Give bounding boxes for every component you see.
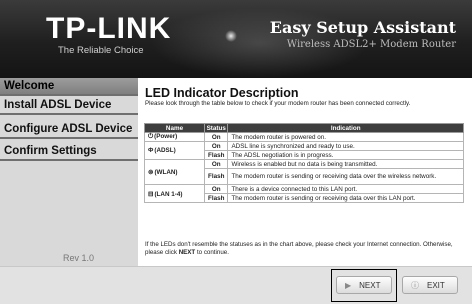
header-banner: TP-LINK The Reliable Choice Easy Setup A… bbox=[0, 0, 472, 78]
divider bbox=[0, 94, 138, 96]
setup-window: TP-LINK The Reliable Choice Easy Setup A… bbox=[0, 0, 472, 304]
sidebar-item-install-adsl[interactable]: Install ADSL Device bbox=[0, 97, 138, 115]
bottom-button-bar: ▶ NEXT ⓘ EXIT bbox=[0, 266, 472, 304]
sidebar-item-confirm-settings[interactable]: Confirm Settings bbox=[0, 143, 138, 161]
logo-brand: TP-LINK bbox=[46, 12, 172, 45]
status-cell: On bbox=[203, 184, 229, 194]
indication-cell: There is a device connected to this LAN … bbox=[227, 184, 464, 194]
led-name-cell: ⊟(LAN 1-4) bbox=[144, 184, 205, 203]
table-row: Φ(ADSL) On ADSL line is synchronized and… bbox=[144, 141, 464, 160]
next-button[interactable]: ▶ NEXT bbox=[336, 276, 392, 294]
wlan-icon: ⊚ bbox=[148, 169, 154, 176]
sidebar-item-label: Install ADSL Device bbox=[4, 99, 112, 111]
indication-cell: ADSL line is synchronized and ready to u… bbox=[227, 141, 464, 151]
table-header-row: Name Status Indication bbox=[144, 123, 464, 133]
footer-instructions: If the LEDs don't resemble the statuses … bbox=[145, 241, 465, 257]
table-row: ⊚(WLAN) On Wireless is enabled but no da… bbox=[144, 159, 464, 185]
indication-cell: The ADSL negotiation is in progress. bbox=[227, 150, 464, 160]
status-cell: Flash bbox=[203, 150, 229, 160]
app-subtitle: Wireless ADSL2+ Modem Router bbox=[286, 39, 456, 50]
divider bbox=[0, 159, 138, 161]
indication-cell: Wireless is enabled but no data is being… bbox=[227, 159, 464, 169]
table-row: ⏻(Power) On The modem router is powered … bbox=[144, 132, 464, 142]
page-title: LED Indicator Description bbox=[145, 86, 299, 100]
power-icon: ⏻ bbox=[148, 133, 154, 140]
divider bbox=[0, 137, 138, 139]
status-cell: On bbox=[203, 159, 229, 169]
led-name-cell: ⏻(Power) bbox=[144, 132, 205, 142]
status-cell: On bbox=[203, 141, 229, 151]
led-name: (LAN 1-4) bbox=[154, 190, 183, 198]
led-name-cell: Φ(ADSL) bbox=[144, 141, 205, 160]
led-name: (ADSL) bbox=[154, 147, 176, 154]
indication-cell: The modem router is sending or receiving… bbox=[227, 193, 464, 203]
exit-button[interactable]: ⓘ EXIT bbox=[402, 276, 458, 294]
led-name-cell: ⊚(WLAN) bbox=[144, 159, 205, 185]
logo-tagline: The Reliable Choice bbox=[58, 45, 144, 56]
app-title-block: Easy Setup Assistant Wireless ADSL2+ Mod… bbox=[269, 18, 456, 51]
next-button-label: NEXT bbox=[359, 280, 381, 290]
revision-label: Rev 1.0 bbox=[63, 253, 95, 263]
lan-icon: ⊟ bbox=[148, 190, 154, 198]
adsl-icon: Φ bbox=[148, 147, 154, 154]
sidebar-item-configure-adsl[interactable]: Configure ADSL Device bbox=[0, 121, 138, 139]
header-sparkle bbox=[225, 30, 237, 42]
sidebar-item-label: Confirm Settings bbox=[4, 145, 97, 157]
led-name: (Power) bbox=[154, 133, 178, 140]
page-description: Please look through the table below to c… bbox=[145, 100, 411, 107]
sidebar-item-label: Welcome bbox=[4, 80, 55, 92]
sidebar-item-welcome[interactable]: Welcome bbox=[0, 78, 138, 96]
led-name: (WLAN) bbox=[154, 169, 178, 176]
sidebar-item-label: Configure ADSL Device bbox=[4, 123, 133, 135]
led-table: Name Status Indication ⏻(Power) On The m… bbox=[144, 123, 464, 203]
column-header-name: Name bbox=[144, 123, 205, 133]
app-title: Easy Setup Assistant bbox=[269, 18, 456, 37]
status-cell: Flash bbox=[203, 193, 229, 203]
exit-button-label: EXIT bbox=[427, 280, 445, 290]
divider bbox=[0, 113, 138, 115]
status-cell: Flash bbox=[203, 168, 229, 185]
table-row: ⊟(LAN 1-4) On There is a device connecte… bbox=[144, 184, 464, 203]
indication-cell: The modem router is sending or receiving… bbox=[227, 168, 464, 185]
status-cell: On bbox=[203, 132, 229, 142]
column-header-status: Status bbox=[203, 123, 229, 133]
close-circle-icon: ⓘ bbox=[411, 280, 419, 290]
tp-link-logo: TP-LINK The Reliable Choice bbox=[46, 12, 172, 57]
column-header-indication: Indication bbox=[227, 123, 464, 133]
footer-text-end: to continue. bbox=[195, 249, 229, 256]
sidebar: Welcome Install ADSL Device Configure AD… bbox=[0, 78, 138, 266]
indication-cell: The modem router is powered on. bbox=[227, 132, 464, 142]
main-content: LED Indicator Description Please look th… bbox=[138, 78, 472, 266]
play-icon: ▶ bbox=[345, 280, 352, 290]
footer-next-emphasis: NEXT bbox=[178, 249, 196, 256]
